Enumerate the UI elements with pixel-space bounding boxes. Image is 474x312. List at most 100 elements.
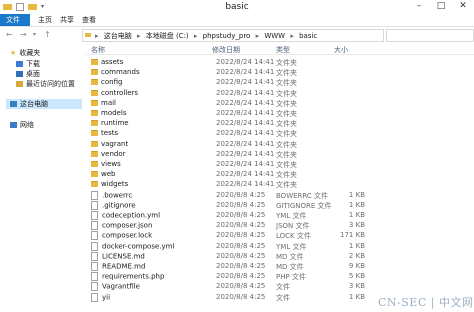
file-name: vendor: [101, 149, 126, 158]
breadcrumb-item[interactable]: WWW: [264, 32, 285, 40]
file-date: 2020/8/8 4:25: [216, 282, 266, 291]
file-size: 3 KB: [348, 221, 365, 230]
file-date: 2022/8/24 14:41: [216, 78, 275, 87]
file-date: 2022/8/24 14:41: [216, 109, 275, 117]
file-icon: [91, 292, 98, 302]
folder-icon: [91, 69, 98, 76]
recent-locations-chevron-icon[interactable]: ▾: [33, 31, 36, 38]
file-icon: [91, 221, 98, 231]
file-name-cell: codeception.yml: [91, 211, 160, 220]
up-icon[interactable]: ↑: [44, 30, 51, 39]
sidebar-item-desktop[interactable]: 桌面: [16, 69, 40, 79]
file-name: runtime: [101, 119, 129, 128]
ribbon-tabs: 文件 主页 共享 查看: [0, 14, 474, 27]
folder-icon: [91, 59, 98, 65]
file-name: mail: [101, 98, 116, 107]
file-date: 2020/8/8 4:25: [216, 272, 266, 281]
file-date: 2022/8/24 14:41: [216, 129, 275, 138]
folder-icon: [85, 33, 91, 37]
file-name: assets: [101, 58, 124, 66]
back-icon[interactable]: ←: [6, 30, 13, 39]
file-name: widgets: [101, 180, 129, 189]
file-name: .gitignore: [102, 201, 136, 210]
file-size: 1 KB: [348, 190, 365, 199]
file-size: 1 KB: [348, 211, 365, 219]
file-name-cell: config: [91, 78, 122, 86]
file-name-cell: widgets: [91, 180, 128, 188]
file-size: 171 KB: [340, 231, 365, 240]
file-date: 2020/8/8 4:25: [216, 231, 266, 240]
file-icon: [91, 282, 98, 292]
file-name: composer.json: [102, 221, 153, 230]
file-name-cell: docker-compose.yml: [91, 241, 174, 251]
folder-icon: [91, 171, 98, 178]
tab-view[interactable]: 查看: [76, 14, 102, 26]
folder-icon: [91, 130, 98, 137]
file-name: models: [101, 109, 127, 117]
file-name: requirements.php: [102, 272, 165, 281]
sidebar-item-favorites[interactable]: ★ 收藏夹: [10, 48, 40, 58]
file-size: 2 KB: [348, 251, 365, 260]
breadcrumb-item[interactable]: phpstudy_pro: [203, 32, 251, 40]
tab-file[interactable]: 文件: [0, 14, 30, 26]
file-icon: [91, 241, 98, 251]
file-date: 2020/8/8 4:25: [216, 221, 266, 230]
breadcrumb-item[interactable]: 这台电脑: [104, 32, 132, 40]
breadcrumb-item[interactable]: basic: [299, 32, 317, 40]
file-date: 2020/8/8 4:25: [216, 262, 266, 270]
folder-icon: [91, 181, 98, 188]
download-icon: [16, 61, 23, 67]
file-name-cell: composer.json: [91, 221, 153, 231]
sidebar-item-downloads[interactable]: 下载: [16, 59, 40, 69]
file-name: views: [101, 160, 121, 168]
file-name-cell: Vagrantfile: [91, 282, 140, 292]
maximize-button[interactable]: □: [430, 0, 452, 12]
file-name: vagrant: [101, 139, 129, 148]
header-divider: [85, 54, 474, 55]
sidebar-item-recent[interactable]: 最近访问的位置: [16, 79, 75, 89]
title-bar: ▾ basic – □ ✕: [0, 0, 474, 14]
folder-icon: [91, 110, 98, 116]
address-row: ← → ▾ ↑ ▸ 这台电脑 ▸ 本地磁盘 (C:) ▸ phpstudy_pr…: [0, 27, 474, 43]
file-name-cell: vagrant: [91, 140, 128, 148]
folder-icon: [91, 120, 98, 127]
desktop-icon: [16, 71, 23, 77]
minimize-button[interactable]: –: [408, 0, 430, 12]
file-size: 9 KB: [348, 262, 365, 270]
file-icon: [91, 272, 98, 282]
folder-icon: [91, 150, 98, 157]
file-icon: [91, 190, 98, 200]
file-date: 2020/8/8 4:25: [216, 251, 266, 260]
window-title: basic: [225, 2, 249, 12]
file-icon: [91, 200, 98, 210]
file-size: 1 KB: [348, 200, 365, 209]
close-button[interactable]: ✕: [452, 0, 474, 12]
breadcrumb-item[interactable]: 本地磁盘 (C:): [146, 32, 189, 40]
file-name-cell: vendor: [91, 150, 126, 158]
recent-icon: [16, 81, 23, 87]
computer-icon: [10, 101, 17, 107]
file-date: 2022/8/24 14:41: [216, 139, 275, 148]
file-name-cell: controllers: [91, 89, 138, 97]
file-date: 2020/8/8 4:25: [216, 190, 266, 199]
file-name-cell: README.md: [91, 262, 145, 271]
file-name: commands: [101, 68, 140, 77]
file-date: 2022/8/24 14:41: [216, 119, 275, 128]
file-name: README.md: [102, 262, 146, 271]
forward-icon[interactable]: →: [20, 30, 27, 39]
file-date: 2020/8/8 4:25: [216, 211, 266, 219]
file-name: LICENSE.md: [102, 252, 145, 261]
file-icon: [91, 231, 98, 241]
breadcrumb: ▸ 这台电脑 ▸ 本地磁盘 (C:) ▸ phpstudy_pro ▸ WWW …: [95, 32, 318, 40]
sidebar-item-network[interactable]: 网络: [10, 120, 34, 130]
file-date: 2022/8/24 14:41: [216, 98, 275, 107]
address-bar[interactable]: ▸ 这台电脑 ▸ 本地磁盘 (C:) ▸ phpstudy_pro ▸ WWW …: [82, 29, 384, 42]
file-date: 2022/8/24 14:41: [216, 149, 275, 158]
search-input[interactable]: [386, 29, 474, 42]
file-date: 2022/8/24 14:41: [216, 68, 275, 77]
sidebar-item-this-pc[interactable]: 这台电脑: [6, 99, 82, 109]
file-name: composer.lock: [102, 231, 153, 240]
file-name: tests: [101, 129, 119, 138]
file-name-cell: views: [91, 160, 121, 168]
file-name-cell: runtime: [91, 119, 129, 127]
